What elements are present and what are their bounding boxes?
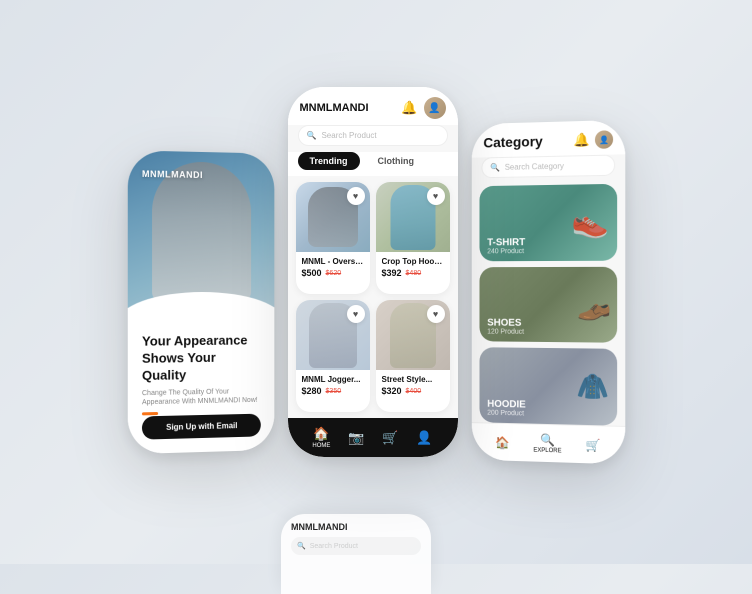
bell-icon[interactable]: 🔔	[401, 100, 417, 116]
camera-icon: 📷	[348, 430, 364, 446]
cat-shoes-count: 120 Product	[487, 329, 524, 336]
cat-tshirt-name: T-SHIRT	[487, 237, 525, 248]
category-card-hoodie[interactable]: HOODIE 200 Product	[479, 348, 617, 426]
cat-hoodie-label: HOODIE 200 Product	[487, 399, 526, 418]
product-name: Street Style...	[382, 375, 444, 384]
product-card[interactable]: ♥ Street Style... $320 $400	[376, 300, 450, 412]
ghost-search: 🔍 Search Product	[291, 537, 421, 555]
cat-nav-cart[interactable]: 🛒	[585, 438, 600, 453]
search-icon: 🔍	[307, 131, 317, 140]
favorite-button[interactable]: ♥	[347, 305, 365, 323]
product-price-row: $500 $620	[302, 268, 364, 278]
search-bar[interactable]: 🔍 Search Product	[298, 125, 448, 146]
splash-title: Your Appearance Shows Your Quality	[141, 332, 260, 384]
search-icon: 🔍	[297, 542, 306, 550]
products-grid: ♥ MNML - Oversi... $500 $620 ♥	[288, 176, 458, 418]
cat-hoodie-count: 200 Product	[487, 410, 526, 418]
tab-trending[interactable]: Trending	[298, 152, 360, 170]
cat-tshirt-count: 240 Product	[487, 248, 525, 255]
category-title: Category	[483, 133, 542, 150]
product-price-row: $392 $480	[382, 268, 444, 278]
product-old-price: $350	[326, 388, 342, 395]
profile-icon: 👤	[416, 430, 432, 446]
nav-camera[interactable]: 📷	[348, 430, 364, 446]
category-phone: Category 🔔 👤 🔍 Search Category T-SHIRT 2…	[471, 120, 625, 465]
product-name: MNML - Oversi...	[302, 257, 364, 266]
product-name: MNML Jogger...	[302, 375, 364, 384]
category-tabs: Trending Clothing	[288, 152, 458, 176]
mid-brand: MNMLMANDI	[300, 102, 369, 114]
cat-tshirt-label: T-SHIRT 240 Product	[487, 237, 525, 255]
category-list: T-SHIRT 240 Product SHOES 120 Product HO…	[471, 184, 625, 426]
top-icons: 🔔 👤	[401, 97, 445, 119]
home-icon: 🏠	[313, 426, 329, 442]
product-old-price: $400	[406, 388, 422, 395]
favorite-button[interactable]: ♥	[347, 187, 365, 205]
favorite-button[interactable]: ♥	[427, 187, 445, 205]
splash-sub: Change The Quality Of Your Appearance Wi…	[141, 387, 260, 409]
ghost-brand: MNMLMANDI	[291, 522, 421, 532]
nav-home-label: HOME	[312, 443, 330, 449]
product-old-price: $620	[326, 270, 342, 277]
bell-icon[interactable]: 🔔	[573, 132, 589, 148]
product-card[interactable]: ♥ Crop Top Hoodie J... $392 $480	[376, 182, 450, 294]
product-price: $500	[302, 268, 322, 278]
cat-search-placeholder: Search Category	[504, 162, 563, 172]
cat-nav-explore[interactable]: 🔍 EXPLORE	[533, 433, 561, 455]
nav-home[interactable]: 🏠 HOME	[312, 426, 330, 449]
cat-bottom-nav: 🏠 🔍 EXPLORE 🛒	[471, 422, 625, 464]
ghost-phone: MNMLMANDI 🔍 Search Product	[281, 514, 431, 594]
product-price: $280	[302, 386, 322, 396]
avatar[interactable]: 👤	[594, 130, 612, 149]
category-card-shoes[interactable]: SHOES 120 Product	[479, 266, 617, 343]
product-card[interactable]: ♥ MNML Jogger... $280 $350	[296, 300, 370, 412]
product-price: $392	[382, 268, 402, 278]
cat-hoodie-name: HOODIE	[487, 399, 526, 411]
search-icon: 🔍	[490, 163, 500, 172]
explore-icon: 🔍	[540, 433, 555, 447]
explore-label: EXPLORE	[533, 448, 561, 455]
home-icon: 🏠	[495, 435, 510, 449]
signup-button[interactable]: Sign Up with Email	[141, 414, 260, 440]
favorite-button[interactable]: ♥	[427, 305, 445, 323]
category-header: Category 🔔 👤	[471, 120, 625, 158]
category-card-tshirt[interactable]: T-SHIRT 240 Product	[479, 184, 617, 261]
cat-top-icons: 🔔 👤	[573, 130, 612, 149]
product-image: ♥	[376, 182, 450, 252]
product-price-row: $280 $350	[302, 386, 364, 396]
cat-shoes-label: SHOES 120 Product	[487, 318, 524, 336]
product-image: ♥	[376, 300, 450, 370]
product-image: ♥	[296, 300, 370, 370]
category-search[interactable]: 🔍 Search Category	[481, 155, 615, 179]
main-phone: MNMLMANDI 🔔 👤 🔍 Search Product Trending …	[288, 87, 458, 457]
splash-brand: MNMLMANDI	[141, 169, 202, 180]
splash-phone: MNMLMANDI Your Appearance Shows Your Qua…	[127, 150, 274, 454]
search-placeholder: Search Product	[321, 131, 376, 140]
cat-shoes-name: SHOES	[487, 318, 524, 329]
nav-profile[interactable]: 👤	[416, 430, 432, 446]
bottom-nav: 🏠 HOME 📷 🛒 👤	[288, 418, 458, 457]
product-price-row: $320 $400	[382, 386, 444, 396]
cat-nav-home[interactable]: 🏠	[495, 435, 510, 449]
product-image: ♥	[296, 182, 370, 252]
cart-icon: 🛒	[585, 438, 600, 453]
product-name: Crop Top Hoodie J...	[382, 257, 444, 266]
product-price: $320	[382, 386, 402, 396]
tab-clothing[interactable]: Clothing	[366, 152, 427, 170]
product-old-price: $480	[406, 270, 422, 277]
avatar[interactable]: 👤	[424, 97, 446, 119]
product-card[interactable]: ♥ MNML - Oversi... $500 $620	[296, 182, 370, 294]
ghost-placeholder: Search Product	[310, 543, 358, 550]
cart-icon: 🛒	[382, 430, 398, 446]
nav-cart[interactable]: 🛒	[382, 430, 398, 446]
